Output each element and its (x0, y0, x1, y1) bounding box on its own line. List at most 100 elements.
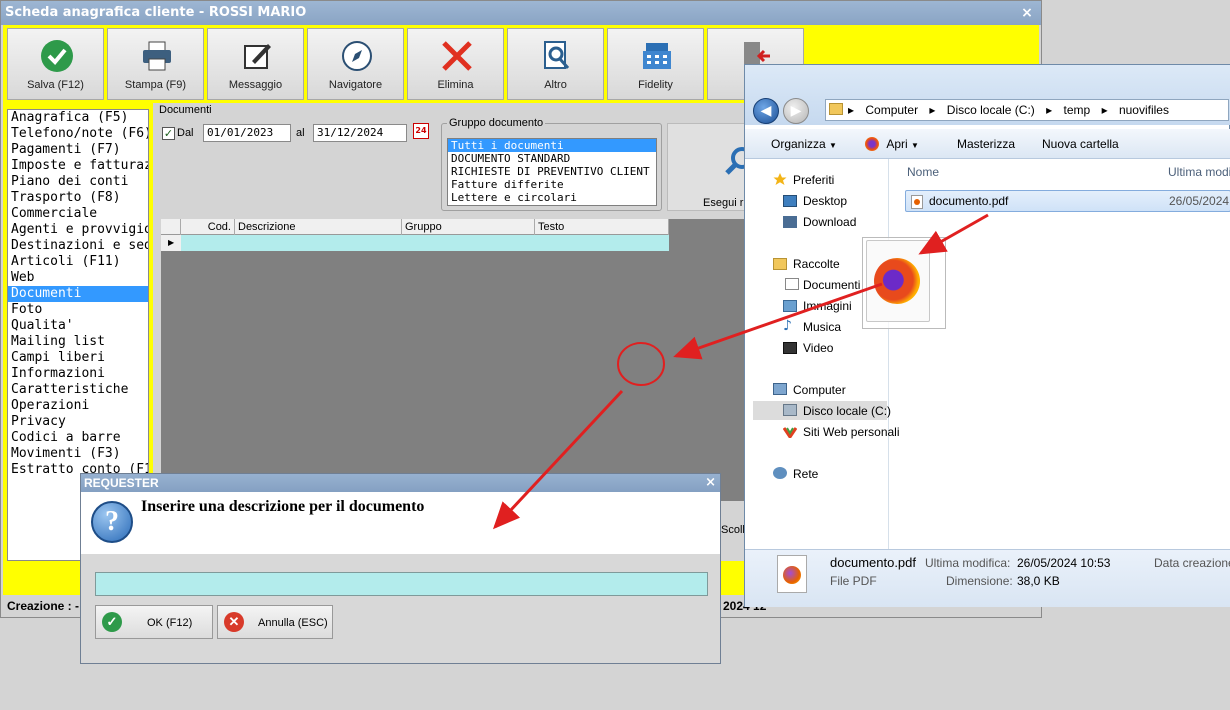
details-modified-label: Ultima modifica: (925, 556, 1011, 570)
breadcrumb-temp[interactable]: temp (1064, 103, 1091, 117)
fidelity-button[interactable]: Fidelity (607, 28, 704, 100)
nav-item-caratteristiche[interactable]: Caratteristiche (8, 382, 148, 398)
group-item[interactable]: DOCUMENTO STANDARD (448, 152, 656, 165)
check-icon: ✓ (102, 612, 122, 632)
from-label: Dal (177, 127, 194, 139)
nav-item-web[interactable]: Web (8, 270, 148, 286)
register-icon (643, 43, 671, 69)
table-row[interactable] (161, 235, 669, 251)
nav-item-articoli[interactable]: Articoli (F11) (8, 254, 148, 270)
nav-item-commerciale[interactable]: Commerciale (8, 206, 148, 222)
date-from-input[interactable]: 01/01/2023 (203, 124, 291, 142)
nav-preferiti[interactable]: Preferiti (793, 173, 834, 187)
nav-item-agenti[interactable]: Agenti e provvigioni (8, 222, 148, 238)
creation-label: Creazione : - (7, 599, 80, 613)
burn-button[interactable]: Masterizza (957, 137, 1015, 151)
cancel-button[interactable]: ✕ Annulla (ESC) (217, 605, 333, 639)
nav-item-destinazioni[interactable]: Destinazioni e sedi (8, 238, 148, 254)
question-icon: ? (91, 501, 133, 543)
message-button[interactable]: Messaggio (207, 28, 304, 100)
computer-icon (773, 383, 787, 395)
nav-immagini[interactable]: Immagini (803, 299, 852, 313)
delete-icon (442, 41, 472, 71)
breadcrumb-disk[interactable]: Disco locale (C:) (947, 103, 1035, 117)
date-to-input[interactable]: 31/12/2024 (313, 124, 407, 142)
nav-download[interactable]: Download (803, 215, 856, 229)
nav-item-privacy[interactable]: Privacy (8, 414, 148, 430)
ok-button[interactable]: ✓ OK (F12) (95, 605, 213, 639)
nav-disco-locale[interactable]: Disco locale (C:) (803, 404, 891, 418)
back-icon[interactable]: ◀ (753, 98, 779, 124)
close-icon[interactable]: × (1019, 5, 1035, 21)
col-cod[interactable]: Cod. (181, 219, 235, 235)
firefox-icon (865, 137, 879, 151)
nav-video[interactable]: Video (803, 341, 833, 355)
nav-item-pagamenti[interactable]: Pagamenti (F7) (8, 142, 148, 158)
nav-item-informazioni[interactable]: Informazioni (8, 366, 148, 382)
organize-button[interactable]: Organizza ▼ (771, 137, 837, 151)
nav-item-imposte[interactable]: Imposte e fatturazio (8, 158, 148, 174)
nav-siti-web[interactable]: Siti Web personali (803, 425, 900, 439)
nav-item-codici-barre[interactable]: Codici a barre (8, 430, 148, 446)
ok-label: OK (F12) (147, 617, 193, 629)
more-label: Altro (544, 79, 567, 91)
breadcrumb-computer[interactable]: Computer (865, 103, 918, 117)
nav-documenti[interactable]: Documenti (803, 278, 860, 292)
search-doc-icon (544, 41, 570, 69)
details-type: File PDF (830, 574, 877, 588)
grid-corner (161, 219, 181, 235)
nav-item-anagrafica[interactable]: Anagrafica (F5) (8, 110, 148, 126)
nav-musica[interactable]: Musica (803, 320, 841, 334)
date-filter-checkbox[interactable]: ✓ (162, 127, 175, 140)
nav-item-trasporto[interactable]: Trasporto (F8) (8, 190, 148, 206)
open-button[interactable]: Apri ▼ (865, 137, 919, 151)
nav-computer[interactable]: Computer (793, 383, 846, 397)
col-testo[interactable]: Testo (535, 219, 669, 235)
calendar-icon[interactable]: 24 (413, 123, 429, 139)
forward-icon[interactable]: ▶ (783, 98, 809, 124)
nav-item-documenti[interactable]: Documenti (8, 286, 148, 302)
group-item[interactable]: RICHIESTE DI PREVENTIVO CLIENT (448, 165, 656, 178)
breadcrumb-nuovifiles[interactable]: nuovifiles (1119, 103, 1169, 117)
group-item[interactable]: Lettere e circolari (448, 191, 656, 204)
nav-item-telefono[interactable]: Telefono/note (F6) (8, 126, 148, 142)
col-modified-header[interactable]: Ultima modifica (1168, 165, 1230, 179)
details-filename: documento.pdf (830, 555, 917, 570)
download-icon (783, 216, 797, 228)
libraries-icon (773, 258, 787, 270)
nav-raccolte[interactable]: Raccolte (793, 257, 840, 271)
nav-item-movimenti[interactable]: Movimenti (F3) (8, 446, 148, 462)
col-descrizione[interactable]: Descrizione (235, 219, 402, 235)
save-button[interactable]: Salva (F12) (7, 28, 104, 100)
address-bar[interactable]: ▸ Computer ▸ Disco locale (C:) ▸ temp ▸ … (825, 99, 1229, 121)
file-name[interactable]: documento.pdf (929, 194, 1008, 208)
delete-button[interactable]: Elimina (407, 28, 504, 100)
dialog-title: REQUESTER (81, 474, 720, 492)
nav-item-qualita[interactable]: Qualita' (8, 318, 148, 334)
close-icon[interactable]: × (705, 474, 716, 492)
new-folder-button[interactable]: Nuova cartella (1042, 137, 1119, 151)
nav-item-mailing[interactable]: Mailing list (8, 334, 148, 350)
dialog-message-area: ? Inserire una descrizione per il docume… (81, 492, 720, 554)
nav-item-campi[interactable]: Campi liberi (8, 350, 148, 366)
nav-item-piano-conti[interactable]: Piano dei conti (8, 174, 148, 190)
description-input[interactable] (95, 572, 708, 596)
breadcrumb-sep: ▸ (929, 103, 936, 117)
col-name-header[interactable]: Nome (907, 165, 939, 179)
navigator-button[interactable]: Navigatore (307, 28, 404, 100)
nav-item-operazioni[interactable]: Operazioni (8, 398, 148, 414)
documents-grid[interactable] (161, 219, 751, 501)
group-item[interactable]: Tutti i documenti (448, 139, 656, 152)
document-group-list[interactable]: Tutti i documenti DOCUMENTO STANDARD RIC… (447, 138, 657, 206)
network-icon (773, 467, 787, 479)
print-button[interactable]: Stampa (F9) (107, 28, 204, 100)
nav-item-foto[interactable]: Foto (8, 302, 148, 318)
cancel-label: Annulla (ESC) (258, 617, 328, 629)
col-gruppo[interactable]: Gruppo (402, 219, 535, 235)
more-button[interactable]: Altro (507, 28, 604, 100)
nav-desktop[interactable]: Desktop (803, 194, 847, 208)
explorer-window: ◀ ▶ ▸ Computer ▸ Disco locale (C:) ▸ tem… (744, 64, 1230, 607)
nav-rete[interactable]: Rete (793, 467, 818, 481)
video-icon (783, 342, 797, 354)
group-item[interactable]: Fatture differite (448, 178, 656, 191)
